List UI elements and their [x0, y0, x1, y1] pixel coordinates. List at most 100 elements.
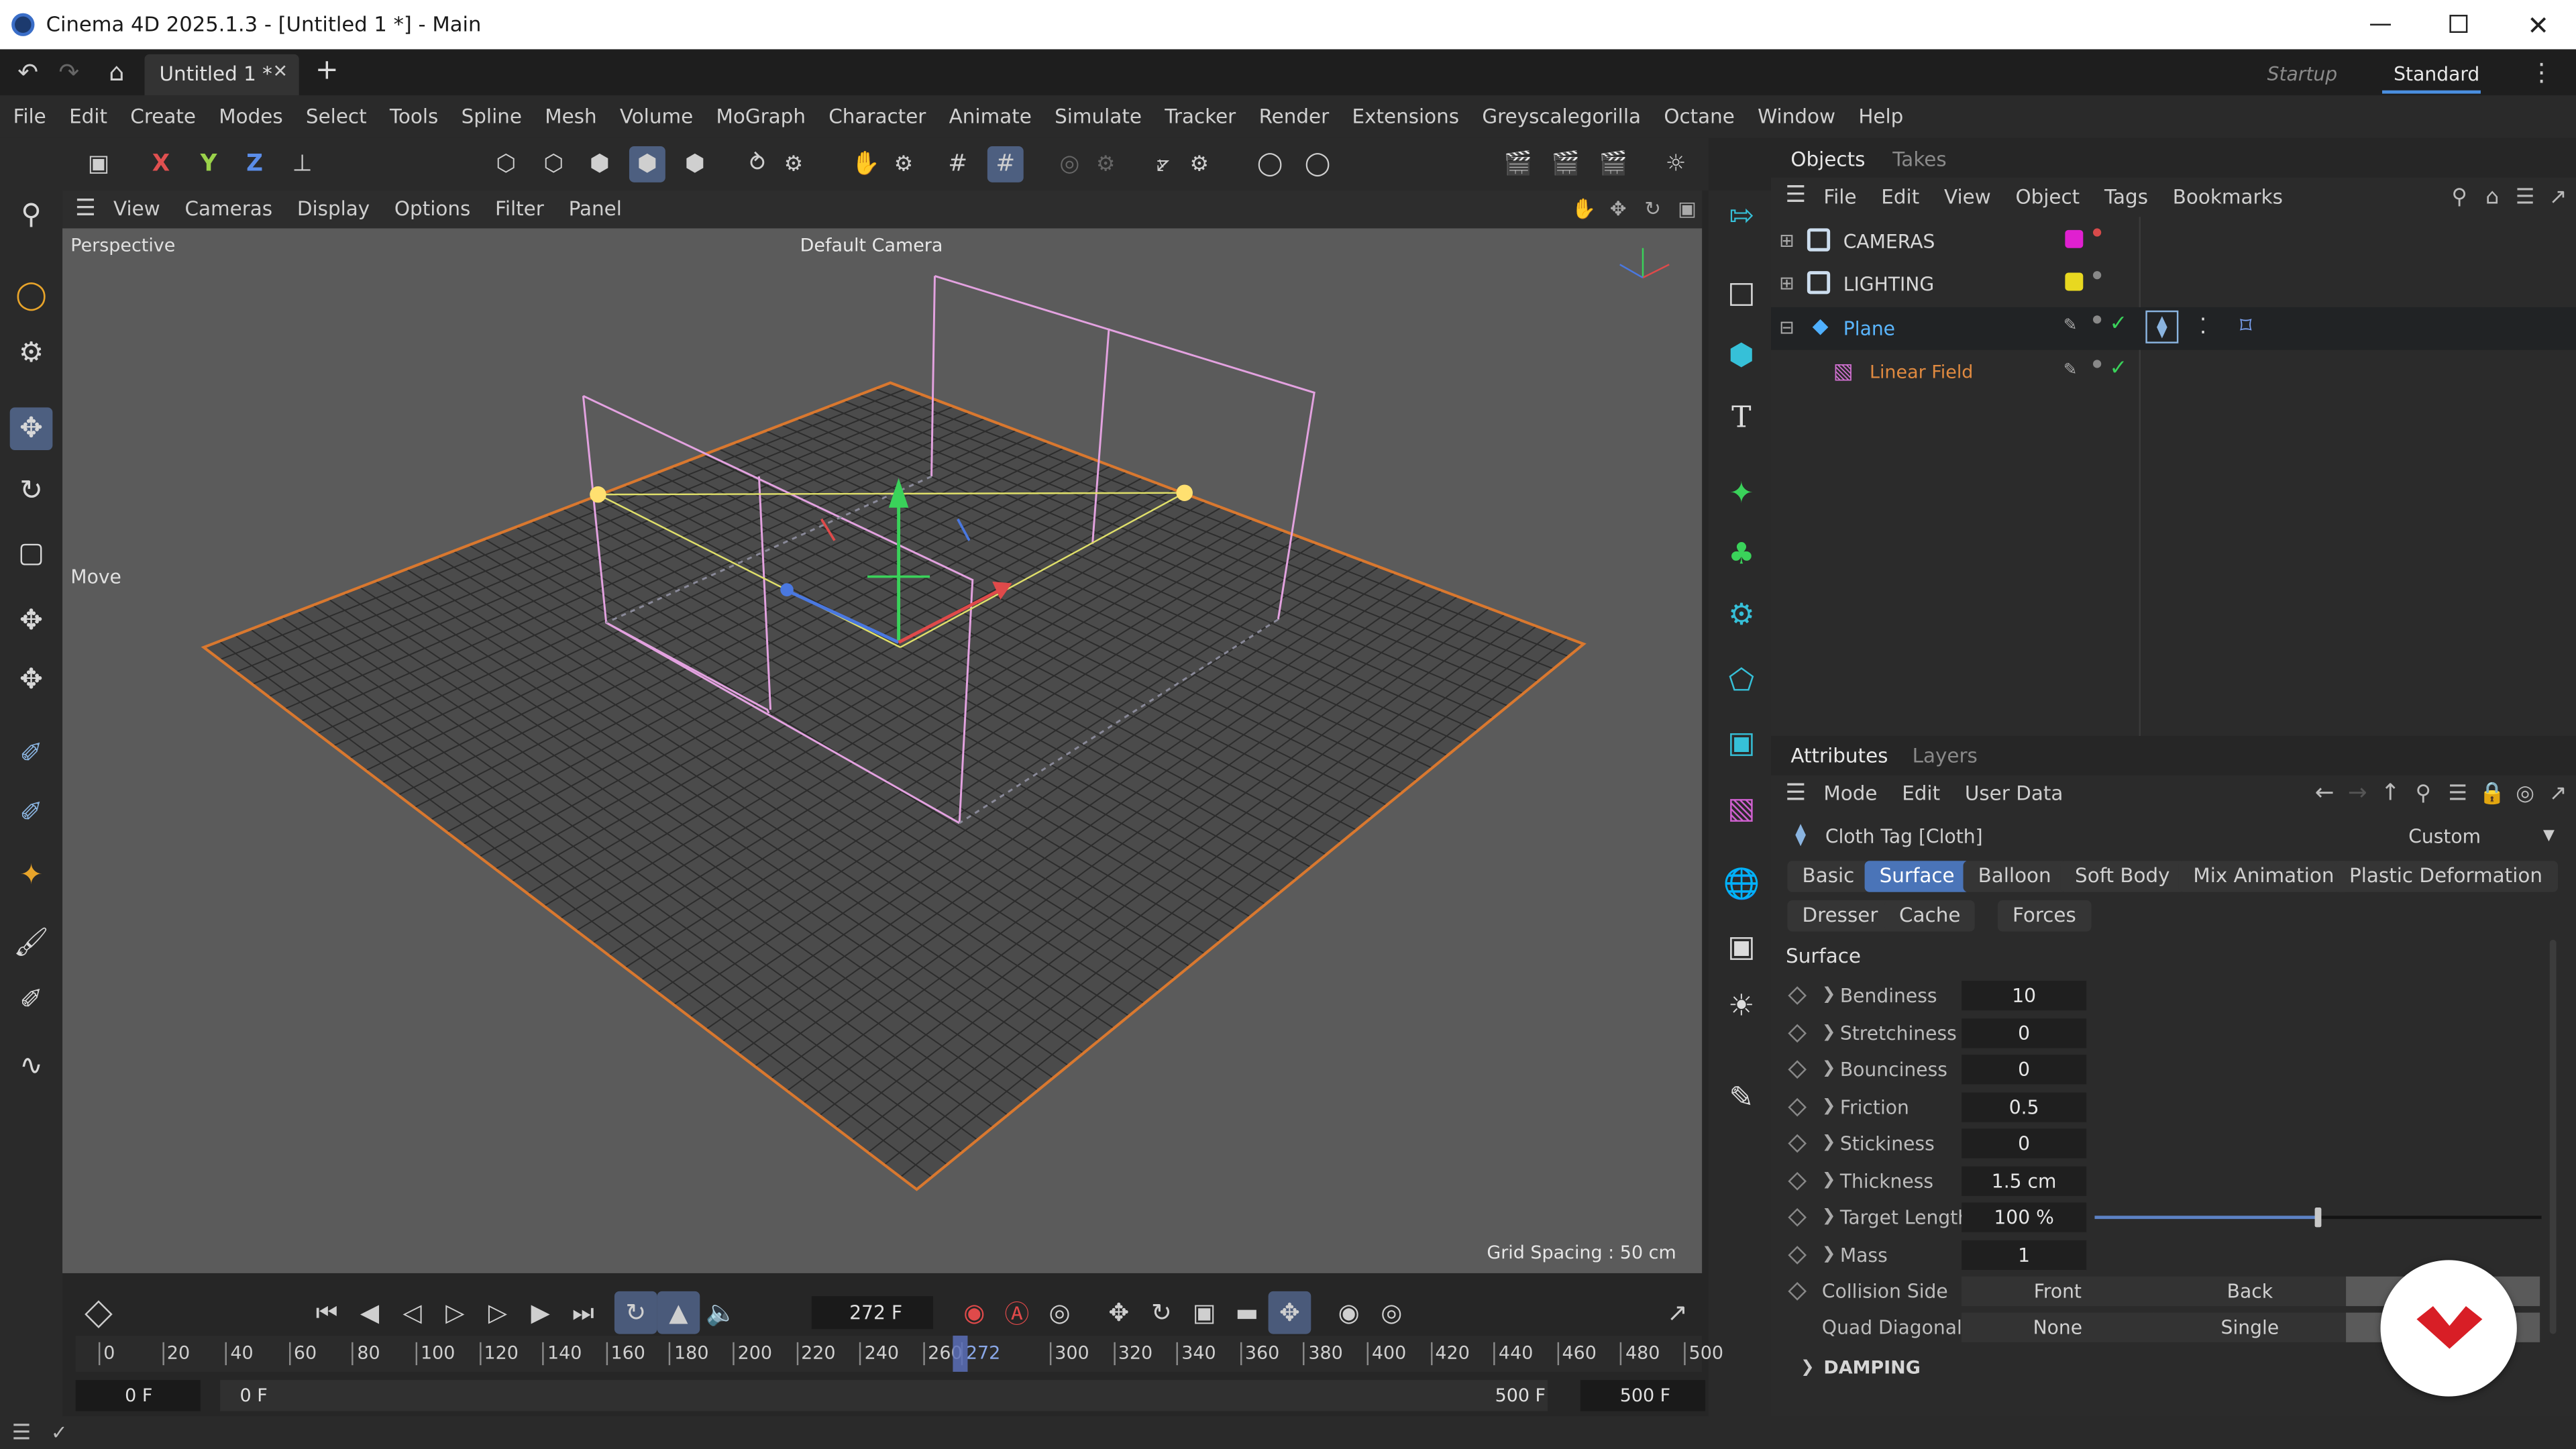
search-attributes-icon[interactable]: ⚲: [2408, 779, 2438, 808]
friction-field[interactable]: 0.5: [1962, 1092, 2087, 1122]
cloner-icon[interactable]: ♣: [1719, 531, 1765, 577]
record-icon[interactable]: ◉: [953, 1291, 996, 1334]
enabled-check-icon[interactable]: ✓: [2109, 358, 2127, 381]
keyframe-diamond-icon[interactable]: [1788, 1208, 1807, 1227]
menu-select[interactable]: Select: [306, 105, 367, 128]
spline-smooth-icon[interactable]: ✦: [10, 854, 53, 897]
expand-timeline-icon[interactable]: ↗: [1659, 1295, 1695, 1331]
home-objects-icon[interactable]: ⌂: [2477, 182, 2507, 212]
playback-rate-icon[interactable]: ▲: [657, 1291, 700, 1334]
objects-menu-icon[interactable]: ☰: [1781, 182, 1811, 209]
keyframe-diamond-icon[interactable]: [1788, 1246, 1807, 1265]
snap-icon[interactable]: #: [940, 146, 976, 182]
keyframe-diamond-icon[interactable]: [1788, 986, 1807, 1005]
collapse-icon[interactable]: ⊟: [1779, 317, 1794, 340]
layout-startup[interactable]: Startup: [2267, 62, 2338, 85]
selection-settings-icon[interactable]: ⚙: [10, 332, 53, 375]
octane-live-viewer-icon[interactable]: ☼: [1658, 146, 1694, 182]
visibility-dots[interactable]: [2093, 315, 2102, 324]
keyframe-selection-icon[interactable]: ◎: [1038, 1291, 1081, 1334]
autokey-icon[interactable]: Ⓐ: [996, 1291, 1038, 1334]
viewport-menu-options[interactable]: Options: [394, 197, 470, 220]
target-length-slider-handle[interactable]: [2314, 1208, 2322, 1228]
text-object-icon[interactable]: T: [1719, 394, 1765, 441]
null-object-icon[interactable]: ⇰: [1719, 193, 1765, 239]
chevron-right-icon[interactable]: ❯: [1822, 1018, 1836, 1048]
menu-render[interactable]: Render: [1259, 105, 1330, 128]
stretchiness-field[interactable]: 0: [1962, 1018, 2087, 1049]
move-tool-icon[interactable]: ✥: [9, 407, 53, 451]
back-arrow-icon[interactable]: ←: [2310, 779, 2339, 808]
polygons-mode-icon[interactable]: ⬢: [582, 146, 618, 182]
menu-help[interactable]: Help: [1858, 105, 1903, 128]
dolly-view-icon[interactable]: ✥: [1605, 195, 1631, 221]
stickiness-field[interactable]: 0: [1962, 1128, 2087, 1159]
loop-icon[interactable]: ↻: [614, 1291, 657, 1334]
minimize-icon[interactable]: —: [2361, 10, 2400, 40]
render-settings-icon[interactable]: 🎬: [1595, 146, 1631, 182]
camera-name-label[interactable]: Default Camera: [800, 235, 943, 258]
keyframe-diamond-icon[interactable]: [1788, 1171, 1807, 1191]
tab-basic[interactable]: Basic: [1787, 861, 1870, 892]
end-frame-field[interactable]: 500 F: [1580, 1380, 1706, 1411]
workplane-settings-icon[interactable]: ⚙: [1087, 146, 1124, 182]
texture-mode-icon[interactable]: ⬢: [677, 146, 713, 182]
object-row-linear-field[interactable]: ▧ Linear Field ✎ ✓: [1771, 352, 2576, 394]
axis-mode-icon[interactable]: ⥁: [739, 146, 775, 182]
field-icon[interactable]: ▣: [1719, 720, 1765, 766]
keyframe-diamond-icon[interactable]: [1788, 1060, 1807, 1079]
keyframe-diamond-icon[interactable]: [1788, 1024, 1807, 1043]
soft-selection-icon[interactable]: ◯: [1252, 146, 1288, 182]
menu-mesh[interactable]: Mesh: [545, 105, 596, 128]
edges-mode-icon[interactable]: ⬡: [535, 146, 572, 182]
tab-balloon[interactable]: Balloon: [1963, 861, 2066, 892]
playhead[interactable]: [953, 1336, 968, 1372]
chevron-right-icon[interactable]: ❯: [1822, 1203, 1836, 1232]
tab-attributes[interactable]: Attributes: [1790, 744, 1888, 767]
objects-menu-view[interactable]: View: [1944, 186, 1991, 209]
keyframe-diamond-icon[interactable]: [1788, 1282, 1807, 1301]
menu-create[interactable]: Create: [130, 105, 196, 128]
object-row-lighting[interactable]: ⊞ LIGHTING: [1771, 263, 2576, 306]
deformer-icon[interactable]: ⬠: [1719, 657, 1765, 704]
viewport-menu-icon[interactable]: ☰: [70, 195, 100, 221]
next-key-icon[interactable]: ▶: [519, 1291, 562, 1334]
damping-header[interactable]: DAMPING: [1823, 1357, 1920, 1380]
viewport-menu-panel[interactable]: Panel: [569, 197, 622, 220]
rotate-tool-icon[interactable]: ↻: [10, 470, 53, 513]
tab-soft-body[interactable]: Soft Body: [2060, 861, 2185, 892]
render-picture-viewer-icon[interactable]: 🎬: [1548, 146, 1584, 182]
tab-plastic-deformation[interactable]: Plastic Deformation: [2334, 861, 2558, 892]
up-arrow-icon[interactable]: ↑: [2375, 779, 2405, 808]
frame-ruler[interactable]: 0 20 40 60 80 100 120 140 160 180 200 220 240 260 272 3…: [75, 1336, 1723, 1372]
measure-tool-icon[interactable]: ✐: [10, 979, 53, 1022]
attributes-menu-edit[interactable]: Edit: [1902, 782, 1940, 805]
sketch-tool-icon[interactable]: ✐: [10, 792, 53, 835]
tab-forces[interactable]: Forces: [1997, 900, 2091, 932]
previous-frame-icon[interactable]: ◁: [391, 1291, 434, 1334]
axis-y-lock[interactable]: Y: [191, 146, 227, 182]
coordinate-system-icon[interactable]: ⊥: [284, 146, 321, 182]
thickness-field[interactable]: 1.5 cm: [1962, 1166, 2087, 1196]
objects-menu-object[interactable]: Object: [2015, 186, 2080, 209]
environment-icon[interactable]: 🌐: [1719, 861, 1765, 907]
visibility-dots[interactable]: [2093, 228, 2102, 237]
axis-settings-icon[interactable]: ⚙: [775, 146, 812, 182]
chevron-right-icon[interactable]: ❯: [1822, 981, 1836, 1010]
keyframe-diamond-icon[interactable]: [1788, 1097, 1807, 1117]
filter-attributes-icon[interactable]: ☰: [2443, 779, 2473, 808]
chevron-right-icon[interactable]: ❯: [1822, 1055, 1836, 1084]
start-frame-field[interactable]: 0 F: [75, 1380, 201, 1411]
render-view-icon[interactable]: 🎬: [1500, 146, 1536, 182]
live-selection-icon[interactable]: ◯: [10, 274, 53, 317]
expand-icon[interactable]: ⊞: [1779, 230, 1794, 253]
tab-cache[interactable]: Cache: [1884, 900, 1976, 932]
forward-arrow-icon[interactable]: →: [2343, 779, 2372, 808]
enabled-check-icon[interactable]: ✓: [2109, 313, 2127, 337]
tab-surface[interactable]: Surface: [1864, 861, 1970, 892]
maximize-view-icon[interactable]: ▣: [1674, 195, 1701, 221]
chevron-right-icon[interactable]: ❯: [1822, 1128, 1836, 1158]
vertex-map-tag-icon[interactable]: ⁚: [2188, 312, 2218, 341]
tweak-settings-icon[interactable]: ⚙: [885, 146, 922, 182]
menu-simulate[interactable]: Simulate: [1055, 105, 1142, 128]
